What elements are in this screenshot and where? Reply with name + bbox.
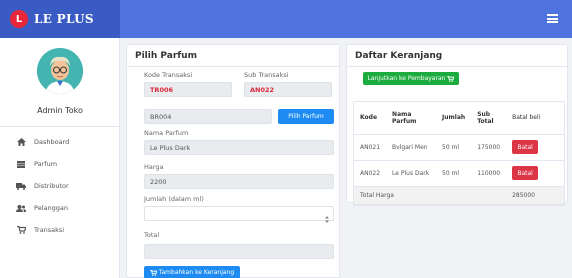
cell-nama: Le Plus Dark: [386, 160, 437, 187]
harga-field[interactable]: 2200: [144, 174, 334, 189]
cart-table: Kode Nama Parfum Jumlah Sub Total Batal …: [353, 101, 565, 206]
column-header-jumlah: Jumlah: [436, 102, 472, 135]
total-harga-value: 285000: [506, 186, 564, 205]
cell-nama: Bvlgari Men: [386, 134, 437, 161]
nama-parfum-field[interactable]: Le Plus Dark: [144, 140, 334, 155]
add-to-cart-button[interactable]: Tambahkan ke Keranjang: [144, 266, 240, 278]
pilih-parfum-card: Pilih Parfum Kode Transaksi TR006 Sub Tr…: [126, 44, 340, 278]
checkout-button[interactable]: Lanjutkan ke Pembayaran: [363, 72, 459, 85]
column-header-nama: Nama Parfum: [386, 102, 437, 135]
admin-name: Admin Toko: [37, 106, 83, 115]
harga-label: Harga: [144, 163, 164, 171]
sidebar-item-label: Parfum: [34, 160, 58, 168]
pilih-parfum-button[interactable]: Pilih Parfum: [278, 109, 334, 124]
cart-icon: [16, 226, 26, 234]
cell-action: Batal: [506, 134, 564, 161]
batal-button[interactable]: Batal: [512, 166, 539, 180]
cell-kode: AN021: [354, 134, 387, 161]
cell-subtotal: 110000: [471, 160, 507, 187]
sidebar-divider: [0, 126, 120, 127]
batal-button[interactable]: Batal: [512, 140, 539, 154]
sidebar-item-label: Dashboard: [34, 138, 70, 146]
top-navbar: L LE PLUS: [0, 0, 572, 38]
add-to-cart-label: Tambahkan ke Keranjang: [158, 269, 235, 276]
brand-logo-icon: L: [10, 10, 28, 28]
total-row: Total Harga 285000: [354, 186, 564, 205]
daftar-keranjang-card: Daftar Keranjang Lanjutkan ke Pembayaran…: [346, 44, 568, 206]
sidebar-item-distributor[interactable]: Distributor: [0, 175, 120, 197]
sidebar-item-transaksi[interactable]: Transaksi: [0, 219, 120, 241]
checkout-label: Lanjutkan ke Pembayaran: [367, 75, 446, 82]
sidebar-item-parfum[interactable]: Parfum: [0, 153, 120, 175]
brand-name: LE PLUS: [34, 12, 94, 26]
sub-transaksi-label: Sub Transaksi: [244, 71, 289, 79]
list-icon: [16, 160, 26, 168]
cell-action: Batal: [506, 160, 564, 187]
daftar-keranjang-title: Daftar Keranjang: [347, 45, 567, 67]
cell-jumlah: 50 ml: [436, 134, 472, 161]
cart-icon: [447, 75, 455, 82]
truck-icon: [16, 182, 26, 190]
home-icon: [16, 138, 26, 146]
cell-jumlah: 50 ml: [436, 160, 472, 187]
sidebar-item-pelanggan[interactable]: Pelanggan: [0, 197, 120, 219]
table-row: AN022 Le Plus Dark 50 ml 110000 Batal: [354, 160, 564, 187]
number-spinner-icon[interactable]: [324, 209, 330, 223]
sidebar-item-label: Pelanggan: [34, 204, 68, 212]
pilih-parfum-title: Pilih Parfum: [127, 45, 339, 67]
column-header-kode: Kode: [354, 102, 387, 135]
sidebar-item-dashboard[interactable]: Dashboard: [0, 131, 120, 153]
jumlah-label: Jumlah (dalam ml): [144, 195, 204, 203]
nama-parfum-label: Nama Parfum: [144, 129, 189, 137]
cell-subtotal: 175000: [471, 134, 507, 161]
column-header-batal: Batal beli: [506, 102, 564, 135]
sidebar-item-label: Transaksi: [34, 226, 65, 234]
kode-transaksi-label: Kode Transaksi: [144, 71, 193, 79]
cell-kode: AN022: [354, 160, 387, 187]
jumlah-input[interactable]: [144, 206, 334, 221]
total-label: Total: [144, 231, 160, 239]
table-row: AN021 Bvlgari Men 50 ml 175000 Batal: [354, 134, 564, 161]
total-field[interactable]: [144, 244, 334, 259]
cart-icon: [149, 269, 157, 276]
brand[interactable]: L LE PLUS: [0, 0, 120, 38]
table-header-row: Kode Nama Parfum Jumlah Sub Total Batal …: [354, 102, 564, 135]
parfum-code-field[interactable]: BR004: [144, 109, 272, 124]
users-icon: [16, 204, 26, 212]
hamburger-menu-icon[interactable]: [547, 14, 558, 23]
sidebar-item-label: Distributor: [34, 182, 69, 190]
kode-transaksi-field[interactable]: TR006: [144, 82, 232, 97]
total-harga-label: Total Harga: [354, 186, 507, 205]
column-header-subtotal: Sub Total: [471, 102, 507, 135]
sub-transaksi-field[interactable]: AN022: [244, 82, 332, 97]
sidebar: Admin Toko Dashboard Parfum Distributor …: [0, 38, 120, 278]
admin-avatar: [37, 48, 83, 94]
